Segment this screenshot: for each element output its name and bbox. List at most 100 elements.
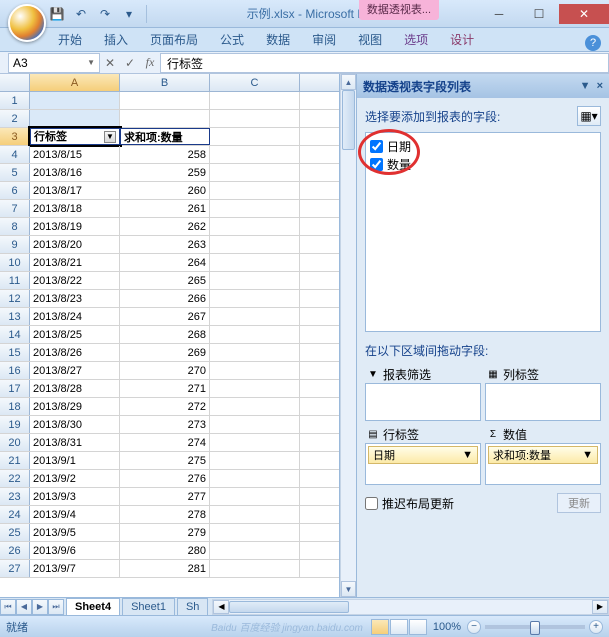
cell[interactable] [210, 146, 300, 163]
zone-columns-box[interactable] [485, 383, 601, 421]
tab-nav-last-icon[interactable]: ⏭ [48, 599, 64, 615]
name-box[interactable]: A3 ▼ [8, 53, 100, 73]
cell[interactable] [210, 470, 300, 487]
cell[interactable]: 2013/8/18 [30, 200, 120, 217]
cell[interactable]: 258 [120, 146, 210, 163]
cell[interactable]: 265 [120, 272, 210, 289]
horizontal-scrollbar[interactable]: ◀ ▶ [212, 599, 609, 615]
cell[interactable] [210, 362, 300, 379]
cell[interactable]: 278 [120, 506, 210, 523]
layout-options-button[interactable]: ▦▾ [577, 106, 601, 126]
row-header[interactable]: 17 [0, 380, 30, 397]
cell[interactable] [210, 398, 300, 415]
cell[interactable]: 263 [120, 236, 210, 253]
sheet-tab-active[interactable]: Sheet4 [66, 598, 120, 615]
sheet-tab[interactable]: Sh [177, 598, 208, 615]
redo-icon[interactable]: ↷ [96, 5, 114, 23]
cell[interactable]: 2013/8/27 [30, 362, 120, 379]
cell[interactable]: 266 [120, 290, 210, 307]
zone-rows-box[interactable]: 日期▼ [365, 443, 481, 485]
office-button[interactable] [8, 4, 46, 42]
cell[interactable] [210, 380, 300, 397]
view-normal-icon[interactable] [371, 619, 389, 635]
row-header[interactable]: 21 [0, 452, 30, 469]
defer-checkbox[interactable] [365, 497, 378, 510]
cell[interactable]: 276 [120, 470, 210, 487]
cell[interactable]: 2013/8/30 [30, 416, 120, 433]
cell[interactable] [210, 506, 300, 523]
cell[interactable]: 2013/9/5 [30, 524, 120, 541]
cell[interactable]: 280 [120, 542, 210, 559]
row-header[interactable]: 8 [0, 218, 30, 235]
cell[interactable] [210, 416, 300, 433]
cell[interactable]: 260 [120, 182, 210, 199]
row-header[interactable]: 7 [0, 200, 30, 217]
cell[interactable]: 2013/9/4 [30, 506, 120, 523]
insert-function-icon[interactable]: fx [140, 53, 160, 73]
row-header[interactable]: 22 [0, 470, 30, 487]
cell[interactable]: 2013/8/26 [30, 344, 120, 361]
cell[interactable]: 279 [120, 524, 210, 541]
column-header-a[interactable]: A [30, 74, 120, 91]
cell[interactable] [210, 272, 300, 289]
tab-nav-next-icon[interactable]: ▶ [32, 599, 48, 615]
help-icon[interactable]: ? [585, 35, 601, 51]
tab-data[interactable]: 数据 [256, 28, 300, 51]
cell[interactable]: 261 [120, 200, 210, 217]
zone-item-sum-qty[interactable]: 求和项:数量▼ [488, 446, 598, 464]
cell[interactable]: 272 [120, 398, 210, 415]
tab-nav-first-icon[interactable]: ⏮ [0, 599, 16, 615]
cell[interactable]: 277 [120, 488, 210, 505]
scroll-left-icon[interactable]: ◀ [213, 600, 229, 614]
row-header[interactable]: 3 [0, 128, 30, 145]
cell[interactable]: 2013/8/24 [30, 308, 120, 325]
cell[interactable]: 2013/8/31 [30, 434, 120, 451]
row-header[interactable]: 11 [0, 272, 30, 289]
field-checkbox-date[interactable] [370, 140, 383, 153]
tab-nav-prev-icon[interactable]: ◀ [16, 599, 32, 615]
close-button[interactable]: ✕ [559, 4, 609, 24]
scroll-down-icon[interactable]: ▼ [341, 581, 356, 597]
cell[interactable] [120, 92, 210, 109]
name-box-dropdown-icon[interactable]: ▼ [87, 58, 95, 67]
cell[interactable]: 2013/8/21 [30, 254, 120, 271]
cell[interactable]: 262 [120, 218, 210, 235]
cell[interactable]: 269 [120, 344, 210, 361]
cell[interactable]: 268 [120, 326, 210, 343]
chevron-down-icon[interactable]: ▼ [582, 449, 593, 461]
cell[interactable]: 2013/8/22 [30, 272, 120, 289]
tab-view[interactable]: 视图 [348, 28, 392, 51]
cell[interactable]: 2013/8/15 [30, 146, 120, 163]
row-header[interactable]: 6 [0, 182, 30, 199]
row-header[interactable]: 15 [0, 344, 30, 361]
cell[interactable]: 2013/8/20 [30, 236, 120, 253]
column-header-b[interactable]: B [120, 74, 210, 91]
field-item-qty[interactable]: 数量 [370, 155, 596, 173]
minimize-button[interactable]: ─ [479, 4, 519, 24]
undo-icon[interactable]: ↶ [72, 5, 90, 23]
cell-row-label-header[interactable]: 行标签▼ [30, 128, 120, 145]
row-header[interactable]: 10 [0, 254, 30, 271]
cell[interactable]: 273 [120, 416, 210, 433]
cell[interactable]: 2013/8/17 [30, 182, 120, 199]
tab-page-layout[interactable]: 页面布局 [140, 28, 208, 51]
row-header[interactable]: 5 [0, 164, 30, 181]
cell[interactable] [210, 200, 300, 217]
tab-pivot-options[interactable]: 选项 [394, 28, 438, 51]
row-header[interactable]: 1 [0, 92, 30, 109]
cell[interactable] [210, 218, 300, 235]
sheet-tab[interactable]: Sheet1 [122, 598, 175, 615]
chevron-down-icon[interactable]: ▼ [462, 449, 473, 461]
cell[interactable] [210, 290, 300, 307]
cell[interactable] [210, 344, 300, 361]
cell[interactable]: 2013/9/7 [30, 560, 120, 577]
cell[interactable]: 2013/8/25 [30, 326, 120, 343]
row-header[interactable]: 16 [0, 362, 30, 379]
cell[interactable] [30, 92, 120, 109]
tab-pivot-design[interactable]: 设计 [440, 28, 484, 51]
scroll-right-icon[interactable]: ▶ [592, 600, 608, 614]
row-header[interactable]: 24 [0, 506, 30, 523]
cell[interactable] [210, 254, 300, 271]
zone-filter-box[interactable] [365, 383, 481, 421]
cell[interactable] [210, 164, 300, 181]
